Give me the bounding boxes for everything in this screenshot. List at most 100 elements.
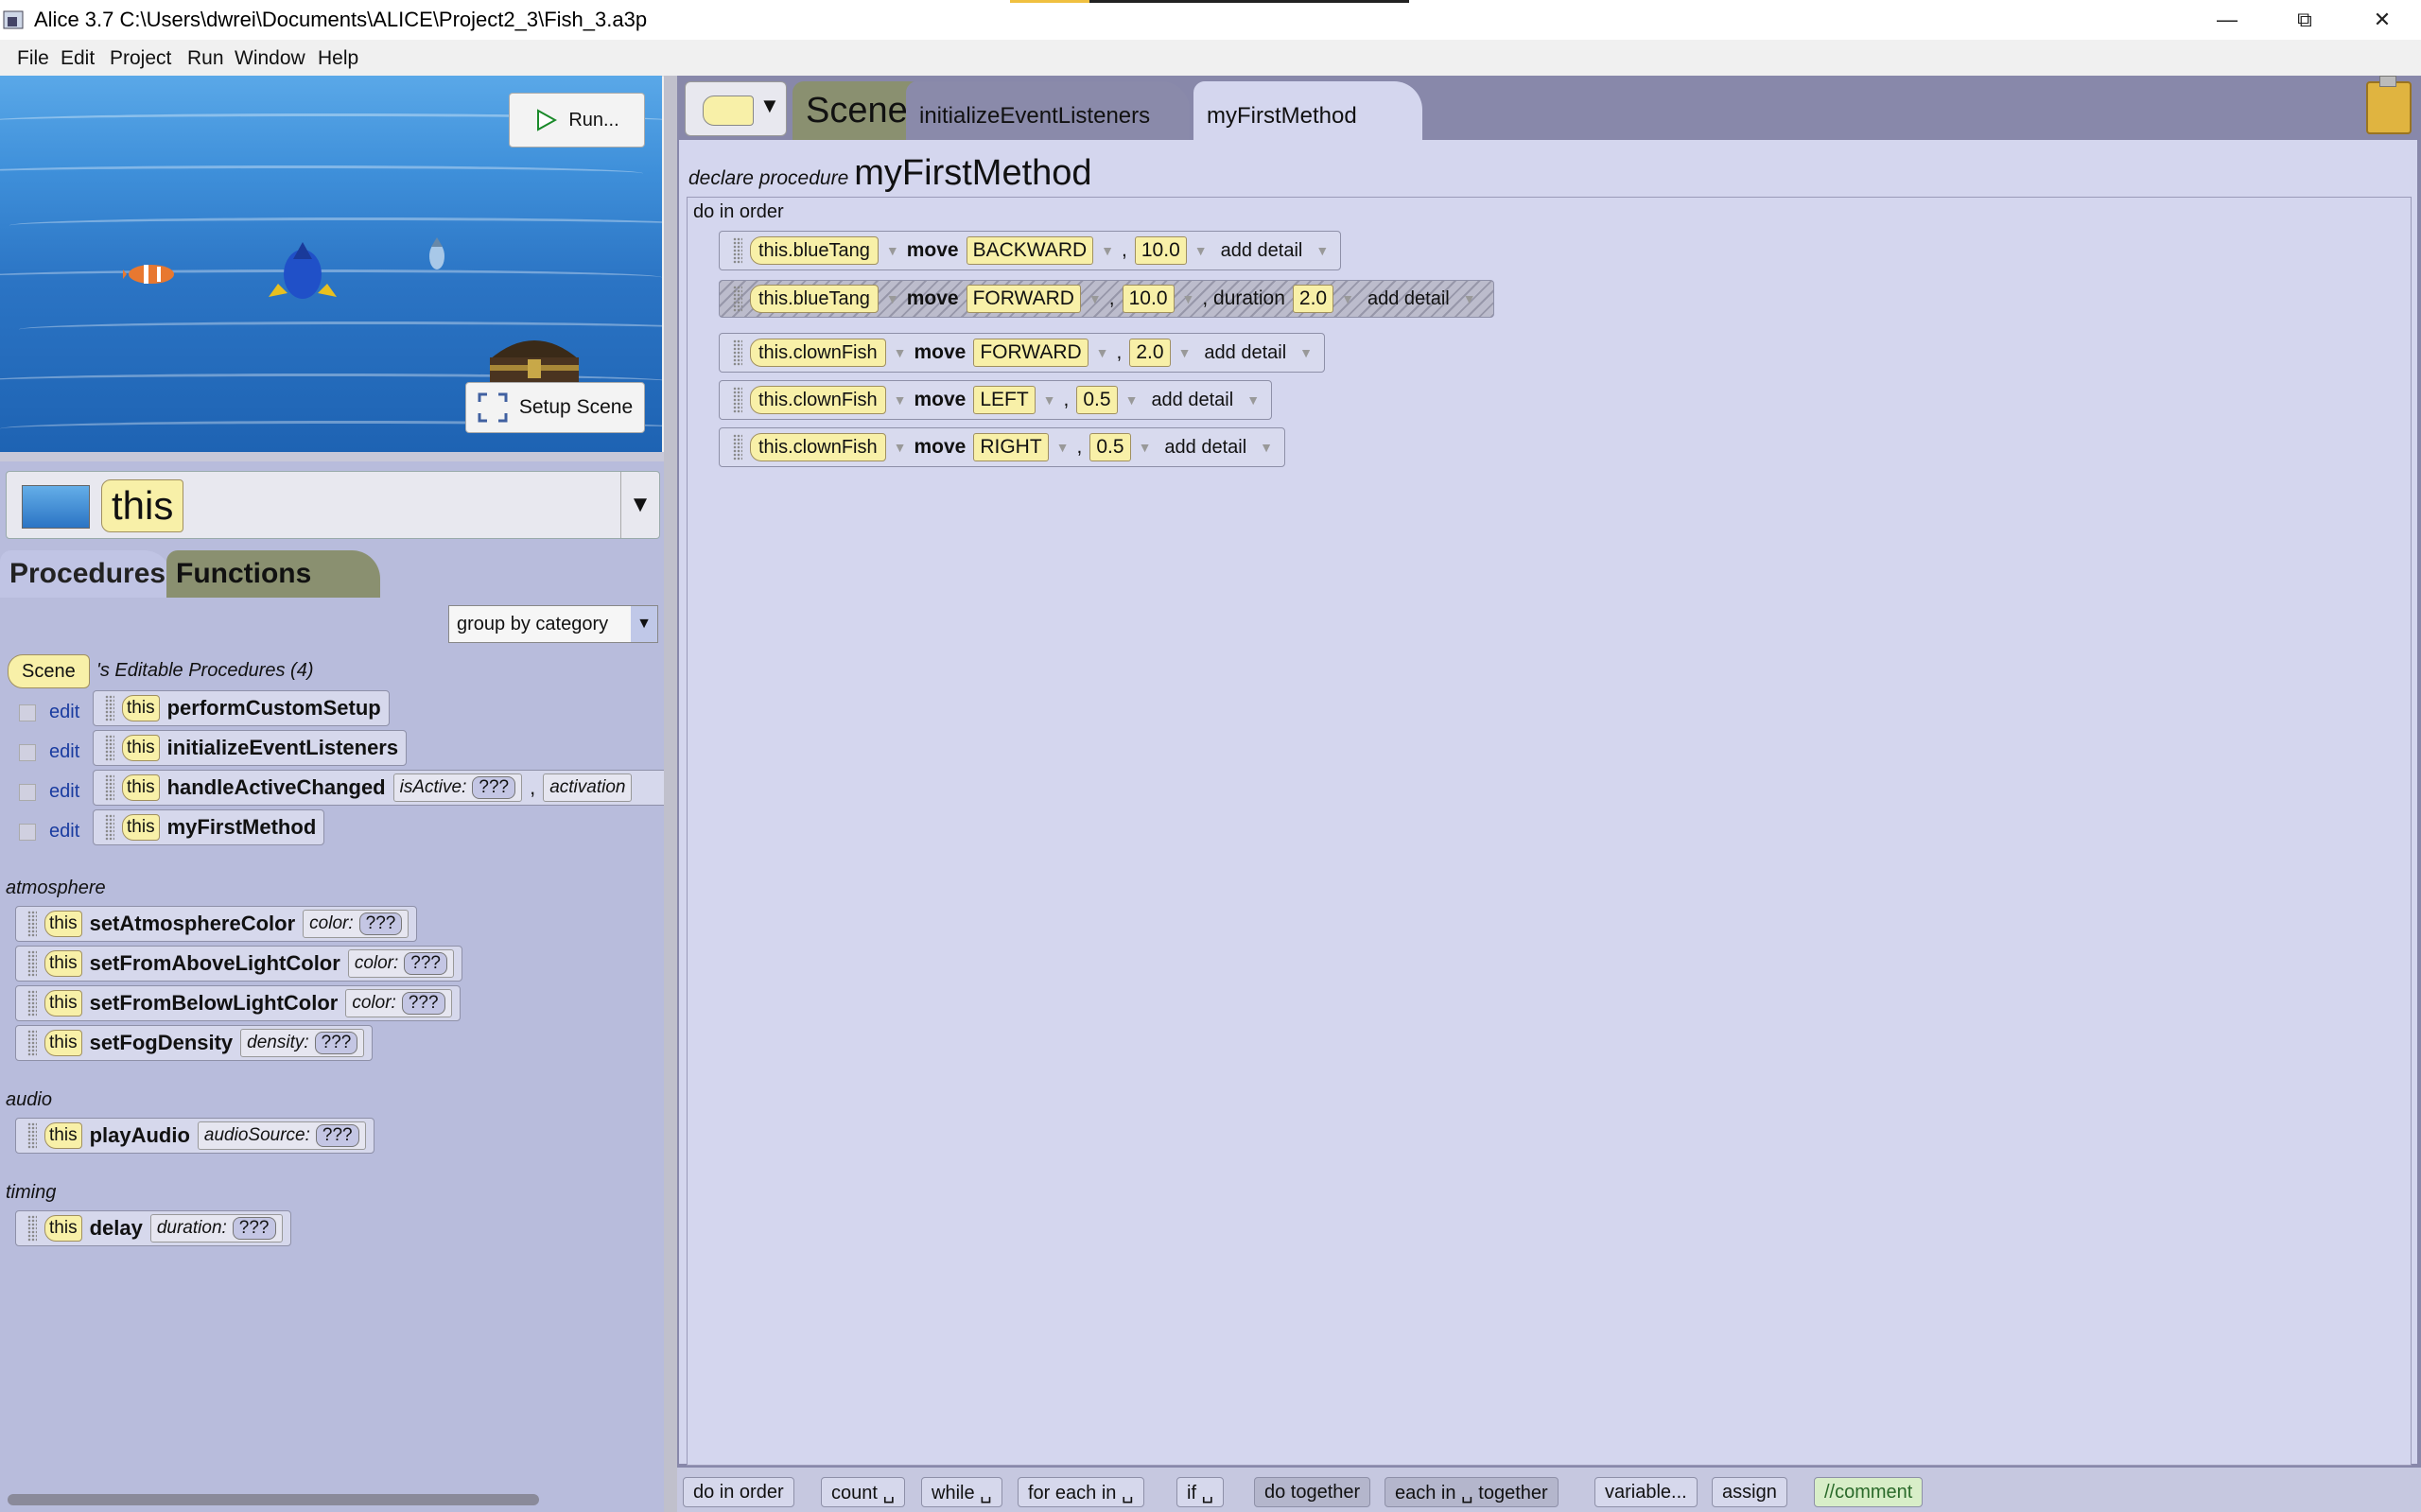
menu-project[interactable]: Project bbox=[110, 47, 171, 70]
tab-initializeEventListeners[interactable]: initializeEventListeners bbox=[906, 81, 1190, 140]
proc-block-playAudio[interactable]: this playAudio audioSource:??? bbox=[15, 1118, 374, 1154]
run-button[interactable]: Run... bbox=[509, 93, 645, 148]
statement-3[interactable]: this.clownFish ▼ move LEFT ▼ , 0.5 ▼ add de… bbox=[719, 380, 1273, 420]
drag-handle[interactable] bbox=[27, 1215, 37, 1242]
drag-handle[interactable] bbox=[105, 695, 114, 721]
horizontal-scrollbar[interactable] bbox=[8, 1494, 539, 1505]
palette-variable[interactable]: variable... bbox=[1594, 1477, 1698, 1507]
add-detail-dropdown[interactable]: add detail bbox=[1145, 390, 1239, 411]
instance-selector[interactable]: this ▼ bbox=[6, 471, 660, 539]
palette-if[interactable]: if ␣ bbox=[1176, 1477, 1225, 1507]
checkbox[interactable] bbox=[19, 823, 36, 841]
proc-block-delay[interactable]: this delay duration:??? bbox=[15, 1210, 291, 1246]
drag-handle[interactable] bbox=[105, 735, 114, 761]
edit-link[interactable]: edit bbox=[49, 741, 79, 763]
tab-functions[interactable]: Functions bbox=[166, 550, 380, 598]
param-duration[interactable]: duration:??? bbox=[149, 1214, 283, 1243]
chevron-down-icon[interactable]: ▼ bbox=[620, 472, 659, 538]
proc-block-setAtmosphereColor[interactable]: this setAtmosphereColor color:??? bbox=[15, 906, 418, 942]
add-detail-dropdown[interactable]: add detail bbox=[1215, 240, 1309, 262]
palette-assign[interactable]: assign bbox=[1712, 1477, 1787, 1507]
palette-each-in-together[interactable]: each in ␣ together bbox=[1385, 1477, 1559, 1507]
duration-value[interactable]: 2.0 bbox=[1292, 285, 1334, 313]
setup-scene-button[interactable]: Setup Scene bbox=[465, 382, 645, 433]
add-detail-dropdown[interactable]: add detail bbox=[1158, 437, 1252, 459]
checkbox[interactable] bbox=[19, 743, 36, 761]
drag-handle[interactable] bbox=[733, 387, 742, 413]
minimize-icon[interactable]: — bbox=[2188, 0, 2266, 40]
target-object[interactable]: this.clownFish bbox=[750, 433, 886, 461]
menu-run[interactable]: Run bbox=[187, 47, 224, 70]
direction-value[interactable]: LEFT bbox=[973, 386, 1036, 414]
param-audioSource[interactable]: audioSource:??? bbox=[197, 1121, 366, 1150]
proc-block-setFogDensity[interactable]: this setFogDensity density:??? bbox=[15, 1025, 374, 1061]
direction-value[interactable]: FORWARD bbox=[973, 339, 1089, 367]
drag-handle[interactable] bbox=[27, 950, 37, 977]
edit-link[interactable]: edit bbox=[49, 702, 79, 723]
statement-0[interactable]: this.blueTang ▼ move BACKWARD ▼ , 10.0 ▼ ad… bbox=[719, 231, 1342, 270]
target-object[interactable]: this.clownFish bbox=[750, 339, 886, 367]
palette-do-in-order[interactable]: do in order bbox=[683, 1477, 794, 1507]
drag-handle[interactable] bbox=[733, 434, 742, 461]
drag-handle[interactable] bbox=[733, 286, 742, 312]
direction-value[interactable]: BACKWARD bbox=[966, 236, 1094, 265]
clipboard-icon[interactable] bbox=[2366, 76, 2412, 134]
menu-help[interactable]: Help bbox=[318, 47, 358, 70]
target-object[interactable]: this.blueTang bbox=[750, 236, 879, 265]
statement-1-selected[interactable]: this.blueTang ▼ move FORWARD ▼ , 10.0 ▼ , d… bbox=[719, 280, 1494, 318]
palette-comment[interactable]: //comment bbox=[1814, 1477, 1924, 1507]
drag-handle[interactable] bbox=[27, 1122, 37, 1149]
checkbox[interactable] bbox=[19, 704, 36, 721]
proc-block-handleActiveChanged[interactable]: this handleActiveChanged isActive:??? , … bbox=[93, 770, 671, 806]
tab-myFirstMethod[interactable]: myFirstMethod bbox=[1193, 81, 1422, 140]
palette-do-together[interactable]: do together bbox=[1254, 1477, 1371, 1507]
proc-block-initializeEventListeners[interactable]: this initializeEventListeners bbox=[93, 730, 408, 766]
direction-value[interactable]: FORWARD bbox=[966, 285, 1081, 313]
amount-value[interactable]: 10.0 bbox=[1134, 236, 1187, 265]
param-color[interactable]: color:??? bbox=[345, 989, 452, 1017]
drag-handle[interactable] bbox=[105, 814, 114, 841]
amount-value[interactable]: 0.5 bbox=[1089, 433, 1131, 461]
proc-block-setFromBelowLightColor[interactable]: this setFromBelowLightColor color:??? bbox=[15, 985, 461, 1021]
param-activation[interactable]: activation bbox=[543, 773, 633, 802]
palette-for-each-in[interactable]: for each in ␣ bbox=[1018, 1477, 1144, 1507]
restore-icon[interactable]: ⧉ bbox=[2266, 0, 2343, 40]
palette-while[interactable]: while ␣ bbox=[921, 1477, 1002, 1507]
tab-procedures[interactable]: Procedures bbox=[0, 550, 172, 598]
palette-count[interactable]: count ␣ bbox=[821, 1477, 906, 1507]
target-object[interactable]: this.clownFish bbox=[750, 386, 886, 414]
drag-handle[interactable] bbox=[27, 990, 37, 1017]
drag-handle[interactable] bbox=[27, 911, 37, 937]
menu-window[interactable]: Window bbox=[235, 47, 305, 70]
param-isActive[interactable]: isActive:??? bbox=[392, 773, 523, 802]
checkbox[interactable] bbox=[19, 783, 36, 801]
direction-value[interactable]: RIGHT bbox=[973, 433, 1049, 461]
drag-handle[interactable] bbox=[733, 339, 742, 366]
amount-value[interactable]: 2.0 bbox=[1129, 339, 1171, 367]
menu-edit[interactable]: Edit bbox=[61, 47, 95, 70]
class-selector[interactable]: ▼ bbox=[685, 81, 787, 136]
menu-file[interactable]: File bbox=[17, 47, 49, 70]
add-detail-dropdown[interactable]: add detail bbox=[1198, 342, 1292, 364]
statement-2[interactable]: this.clownFish ▼ move FORWARD ▼ , 2.0 ▼ add… bbox=[719, 333, 1326, 373]
proc-block-myFirstMethod[interactable]: this myFirstMethod bbox=[93, 809, 325, 845]
amount-value[interactable]: 0.5 bbox=[1076, 386, 1118, 414]
proc-block-setFromAboveLightColor[interactable]: this setFromAboveLightColor color:??? bbox=[15, 946, 462, 982]
param-density[interactable]: density:??? bbox=[240, 1029, 365, 1057]
param-color[interactable]: color:??? bbox=[303, 910, 409, 938]
statement-4[interactable]: this.clownFish ▼ move RIGHT ▼ , 0.5 ▼ add d… bbox=[719, 427, 1286, 467]
amount-value[interactable]: 10.0 bbox=[1122, 285, 1175, 313]
drag-handle[interactable] bbox=[105, 774, 114, 801]
edit-link[interactable]: edit bbox=[49, 821, 79, 843]
close-icon[interactable]: ✕ bbox=[2343, 0, 2421, 40]
param-color[interactable]: color:??? bbox=[347, 949, 454, 978]
group-by-select[interactable]: group by category ▼ bbox=[448, 605, 658, 643]
vertical-splitter[interactable] bbox=[664, 76, 677, 1512]
target-object[interactable]: this.blueTang bbox=[750, 285, 879, 313]
horizontal-splitter[interactable] bbox=[0, 452, 664, 461]
proc-block-performCustomSetup[interactable]: this performCustomSetup bbox=[93, 690, 390, 726]
add-detail-dropdown[interactable]: add detail bbox=[1362, 288, 1455, 310]
drag-handle[interactable] bbox=[733, 237, 742, 264]
edit-link[interactable]: edit bbox=[49, 781, 79, 803]
drag-handle[interactable] bbox=[27, 1030, 37, 1056]
